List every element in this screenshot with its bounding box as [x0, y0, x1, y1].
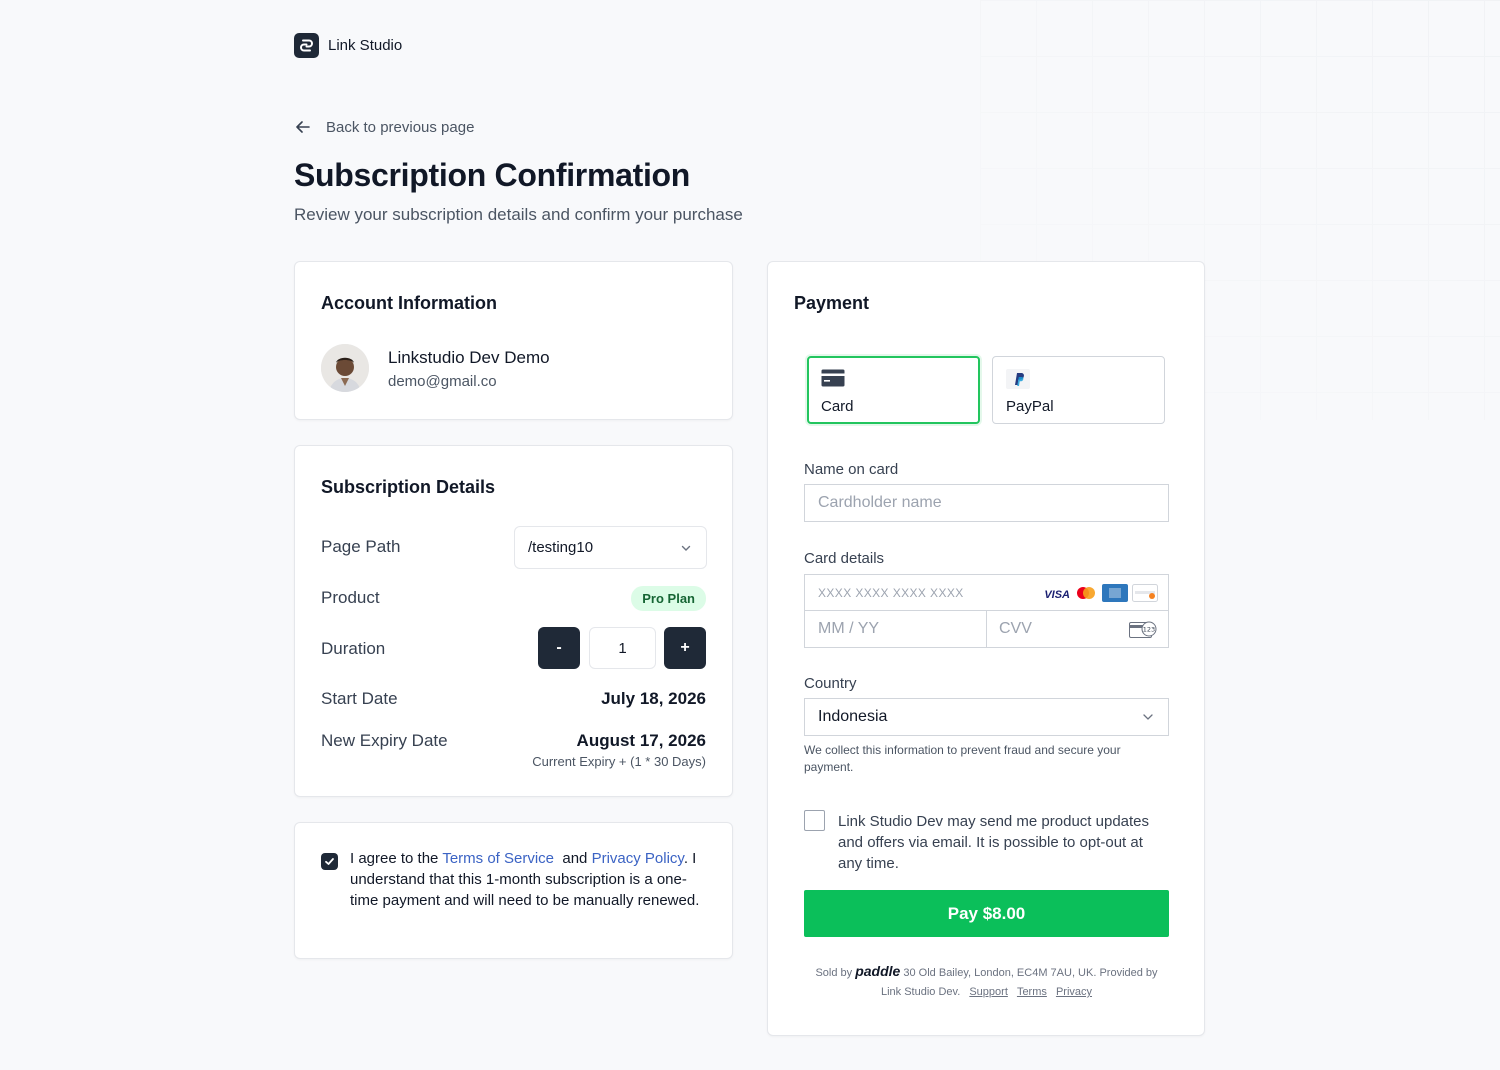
account-title: Account Information: [321, 293, 497, 313]
fraud-note: We collect this information to prevent f…: [804, 743, 1121, 774]
credit-card-icon: [821, 369, 845, 392]
expiry-label: New Expiry Date: [321, 731, 448, 750]
agreement-text: I agree to the Terms of Service and Priv…: [350, 848, 710, 911]
page-path-select[interactable]: /testing10: [514, 526, 707, 569]
method-card-label: Card: [821, 398, 854, 415]
account-email: demo@gmail.co: [388, 373, 497, 390]
cvv-card-icon: 123: [1129, 620, 1157, 645]
back-link[interactable]: Back to previous page: [294, 118, 474, 136]
mastercard-icon: [1074, 585, 1098, 604]
page-path-value: /testing10: [528, 539, 594, 556]
page-title: Subscription Confirmation: [294, 157, 691, 193]
brand-name: Link Studio: [328, 37, 403, 54]
method-card[interactable]: Card: [807, 356, 980, 424]
account-card: Account Information Linkstudio Dev Demo …: [294, 261, 733, 420]
avatar: [321, 344, 369, 392]
subscription-title: Subscription Details: [321, 477, 496, 497]
duration-value[interactable]: 1: [589, 627, 656, 669]
card-number-input[interactable]: XXXX XXXX XXXX XXXX VISA: [805, 575, 1168, 611]
country-select[interactable]: Indonesia: [804, 698, 1169, 736]
start-date-value: July 18, 2026: [601, 689, 706, 708]
card-details-group: XXXX XXXX XXXX XXXX VISA MM / YY CVV 123: [804, 574, 1169, 648]
plan-badge: Pro Plan: [631, 586, 706, 611]
check-icon: [325, 858, 334, 865]
agreement-prefix: I agree to the: [350, 850, 439, 867]
page-subtitle: Review your subscription details and con…: [294, 205, 743, 224]
terms-footer-link[interactable]: Terms: [1017, 986, 1047, 998]
chevron-down-icon: [681, 545, 691, 551]
decrement-button[interactable]: -: [538, 627, 580, 669]
country-label: Country: [804, 675, 857, 692]
method-paypal-label: PayPal: [1006, 398, 1054, 415]
discover-icon: [1132, 584, 1158, 605]
country-value: Indonesia: [818, 708, 888, 725]
arrow-left-icon: [296, 121, 310, 133]
subscription-card: Subscription Details Page Path /testing1…: [294, 445, 733, 797]
cardholder-name-input[interactable]: Cardholder name: [804, 484, 1169, 522]
paypal-icon: [1006, 369, 1030, 394]
chevron-down-icon: [1143, 714, 1153, 720]
name-on-card-label: Name on card: [804, 461, 899, 478]
agreement-card: I agree to the Terms of Service and Priv…: [294, 822, 733, 959]
method-paypal[interactable]: PayPal: [992, 356, 1165, 424]
expiry-value: August 17, 2026: [576, 731, 706, 750]
paddle-logo: paddle: [855, 963, 901, 979]
cvv-input[interactable]: CVV 123: [987, 611, 1168, 647]
terms-link[interactable]: Terms of Service: [442, 850, 554, 867]
expiry-note: Current Expiry + (1 * 30 Days): [532, 754, 706, 769]
card-brands: VISA: [1044, 584, 1158, 605]
payment-title: Payment: [794, 293, 870, 313]
account-name: Linkstudio Dev Demo: [388, 348, 550, 367]
marketing-checkbox[interactable]: [804, 810, 825, 831]
start-date-label: Start Date: [321, 689, 398, 708]
cvv-icon-text: 123: [1143, 626, 1155, 634]
support-link[interactable]: Support: [969, 986, 1008, 998]
cvv-placeholder: CVV: [999, 620, 1032, 637]
marketing-text: Link Studio Dev may send me product upda…: [838, 813, 1150, 872]
visa-icon: VISA: [1044, 588, 1070, 601]
brand[interactable]: Link Studio: [294, 33, 402, 58]
card-details-label: Card details: [804, 550, 885, 567]
expiry-input[interactable]: MM / YY: [805, 611, 987, 647]
sold-by: Sold by: [815, 967, 853, 979]
duration-label: Duration: [321, 639, 386, 658]
increment-button[interactable]: +: [664, 627, 706, 669]
product-label: Product: [321, 588, 380, 607]
page-path-label: Page Path: [321, 537, 401, 556]
card-number-placeholder: XXXX XXXX XXXX XXXX: [818, 585, 964, 600]
payment-card: Payment Card PayPal Name on card Cardhol…: [767, 261, 1205, 1036]
agree-checkbox[interactable]: [321, 853, 338, 870]
link-logo-icon: [294, 33, 319, 58]
back-label: Back to previous page: [326, 118, 475, 136]
agreement-and: and: [562, 850, 588, 867]
privacy-footer-link[interactable]: Privacy: [1056, 986, 1092, 998]
pay-button[interactable]: Pay $8.00: [804, 890, 1169, 937]
amex-icon: [1102, 584, 1128, 605]
paddle-footer: Sold by paddle 30 Old Bailey, London, EC…: [804, 962, 1169, 1002]
privacy-link[interactable]: Privacy Policy: [592, 850, 684, 867]
